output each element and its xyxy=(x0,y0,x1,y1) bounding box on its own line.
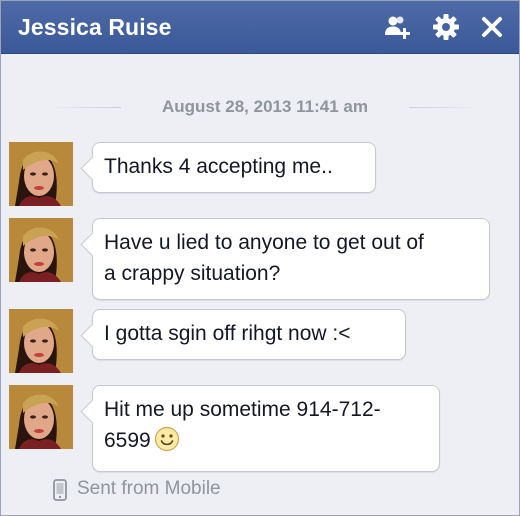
message-bubble[interactable]: Have u lied to anyone to get out of a cr… xyxy=(80,218,490,300)
chat-window: Jessica Ruise August 28, 2013 11:41 am T… xyxy=(0,0,520,516)
sender-avatar[interactable] xyxy=(9,142,73,206)
sent-from-label: Sent from Mobile xyxy=(77,478,221,499)
message-text: Thanks 4 accepting me.. xyxy=(104,155,333,178)
message-bubble[interactable]: Thanks 4 accepting me.. xyxy=(80,142,376,193)
close-icon[interactable] xyxy=(478,13,506,41)
message-text: Have u lied to anyone to get out of a cr… xyxy=(104,231,424,285)
chat-title[interactable]: Jessica Ruise xyxy=(18,14,171,41)
message-text: Hit me up sometime 914-712- 6599 xyxy=(104,398,381,452)
gear-icon[interactable] xyxy=(432,13,460,41)
message-list[interactable]: August 28, 2013 11:41 am Thanks 4 accept… xyxy=(1,54,519,515)
sender-avatar[interactable] xyxy=(9,218,73,282)
smiley-icon xyxy=(154,426,180,461)
message-text: I gotta sgin off rihgt now :< xyxy=(104,322,351,345)
chat-titlebar[interactable]: Jessica Ruise xyxy=(1,1,519,54)
date-divider: August 28, 2013 11:41 am xyxy=(51,95,479,119)
sender-avatar[interactable] xyxy=(9,309,73,373)
message-bubble[interactable]: Hit me up sometime 914-712- 6599 xyxy=(80,385,440,472)
add-friend-icon[interactable] xyxy=(384,13,412,41)
sender-avatar[interactable] xyxy=(9,385,73,449)
message-bubble[interactable]: I gotta sgin off rihgt now :< xyxy=(80,309,406,360)
mobile-phone-icon xyxy=(53,479,67,507)
